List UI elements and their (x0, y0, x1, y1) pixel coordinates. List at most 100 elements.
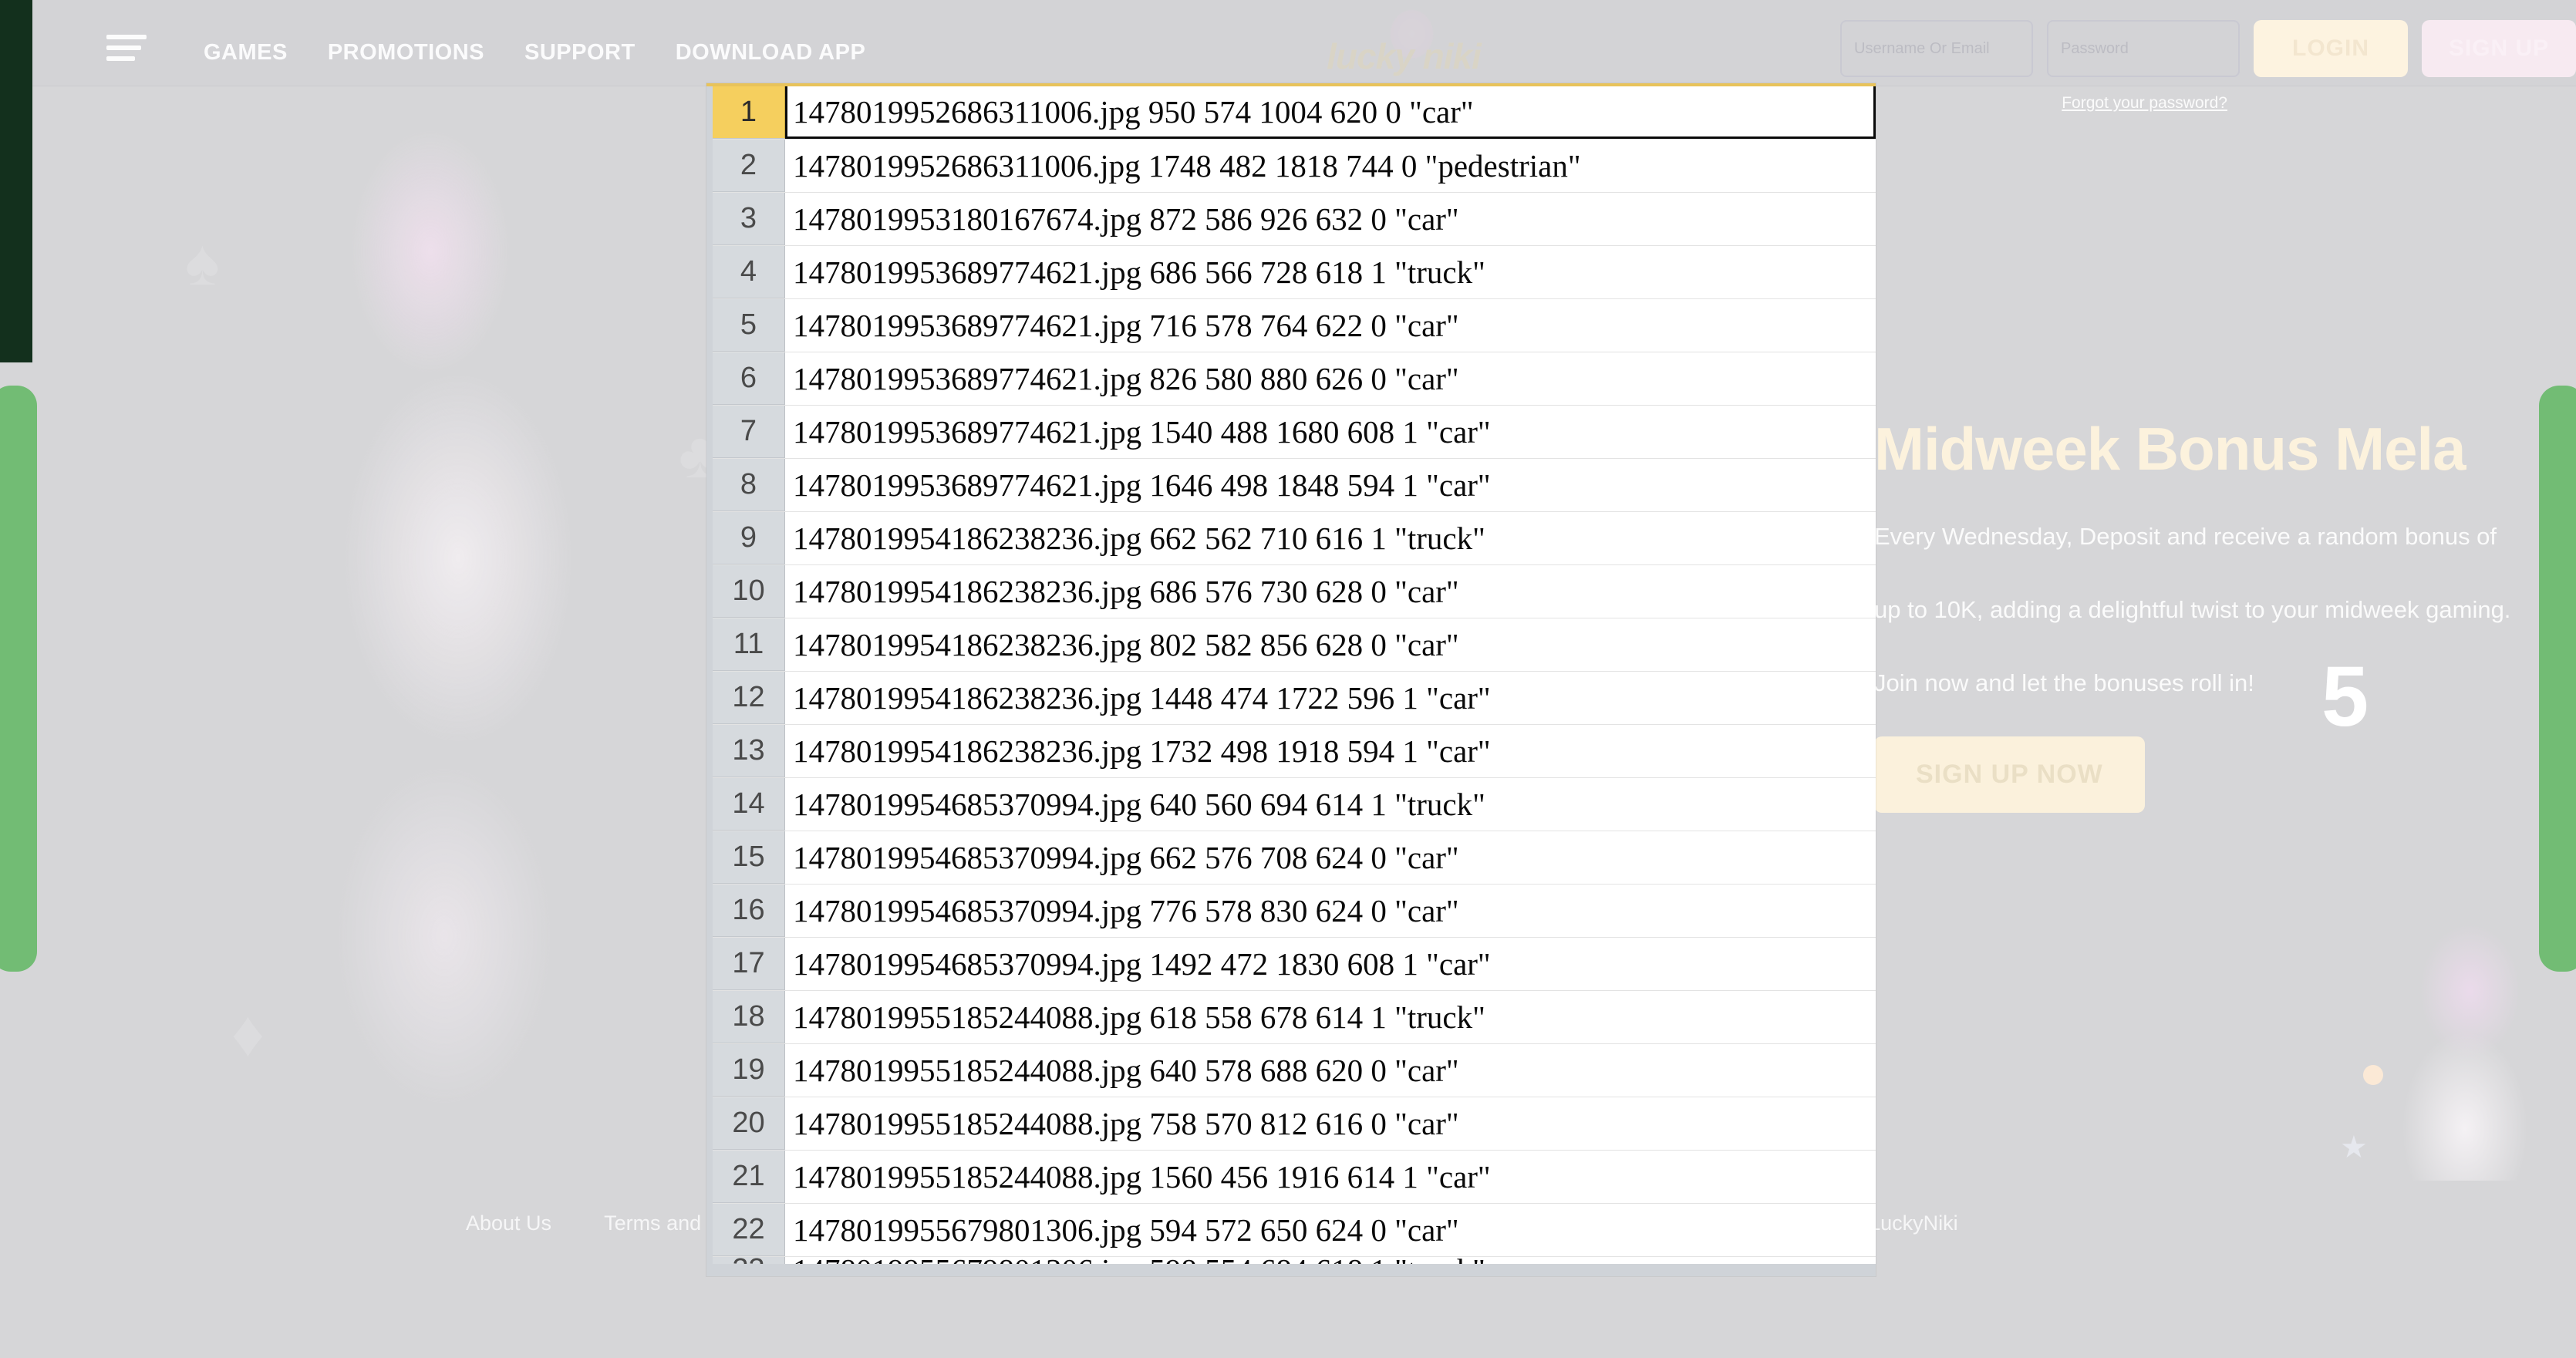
sheet-row-header[interactable]: 22 (713, 1204, 785, 1256)
sheet-cell[interactable]: 1478019954685370994.jpg 640 560 694 614 … (785, 778, 1876, 831)
sheet-row[interactable]: 31478019953180167674.jpg 872 586 926 632… (713, 193, 1876, 246)
sheet-row-header[interactable]: 15 (713, 831, 785, 884)
sheet-row[interactable]: 71478019953689774621.jpg 1540 488 1680 6… (713, 406, 1876, 459)
nav-item-download-app[interactable]: DOWNLOAD APP (656, 40, 886, 66)
sheet-row[interactable]: 101478019954186238236.jpg 686 576 730 62… (713, 565, 1876, 618)
sheet-row-list: 11478019952686311006.jpg 950 574 1004 62… (713, 86, 1876, 1276)
sheet-cell[interactable]: 1478019954186238236.jpg 686 576 730 628 … (785, 565, 1876, 618)
sheet-cell[interactable]: 1478019955679801306.jpg 594 572 650 624 … (785, 1204, 1876, 1256)
nav-item-support[interactable]: SUPPORT (504, 40, 656, 66)
sheet-row-header[interactable]: 17 (713, 938, 785, 990)
login-button[interactable]: LOGIN (2254, 20, 2408, 77)
promo-line-2: up to 10K, adding a delightful twist to … (1874, 590, 2576, 629)
diamond-suit-icon: ♦ (231, 996, 265, 1071)
sheet-row-header[interactable]: 21 (713, 1151, 785, 1203)
sheet-row-header[interactable]: 11 (713, 618, 785, 671)
sheet-row-header[interactable]: 10 (713, 565, 785, 618)
promo-line-3: Join now and let the bonuses roll in! (1874, 663, 2576, 703)
sheet-row[interactable]: 41478019953689774621.jpg 686 566 728 618… (713, 246, 1876, 299)
carousel-slide-number: 5 (2321, 648, 2369, 746)
sheet-cell[interactable]: 1478019953689774621.jpg 826 580 880 626 … (785, 352, 1876, 405)
sheet-row-header[interactable]: 9 (713, 512, 785, 564)
nav-item-games[interactable]: GAMES (184, 40, 308, 66)
sheet-row-header[interactable]: 1 (713, 86, 785, 139)
sheet-cell[interactable]: 1478019955185244088.jpg 618 558 678 614 … (785, 991, 1876, 1043)
sheet-row[interactable]: 21478019952686311006.jpg 1748 482 1818 7… (713, 140, 1876, 193)
sheet-cell[interactable]: 1478019952686311006.jpg 950 574 1004 620… (785, 86, 1876, 139)
sheet-row-header[interactable]: 13 (713, 725, 785, 777)
sheet-cell[interactable]: 1478019954186238236.jpg 662 562 710 616 … (785, 512, 1876, 564)
sheet-row-header[interactable]: 20 (713, 1097, 785, 1150)
sheet-cell[interactable]: 1478019954186238236.jpg 802 582 856 628 … (785, 618, 1876, 671)
sheet-row[interactable]: 201478019955185244088.jpg 758 570 812 61… (713, 1097, 1876, 1151)
sheet-row-header[interactable]: 4 (713, 246, 785, 298)
forgot-password-link[interactable]: Forgot your password? (2062, 94, 2227, 113)
sheet-row-header[interactable]: 7 (713, 406, 785, 458)
sheet-cell[interactable]: 1478019955185244088.jpg 1560 456 1916 61… (785, 1151, 1876, 1203)
logo-text-lucky: lucky (1327, 36, 1414, 76)
sheet-row-header[interactable]: 18 (713, 991, 785, 1043)
sheet-row-header[interactable]: 2 (713, 140, 785, 192)
sheet-horizontal-scrollbar[interactable] (706, 1264, 1876, 1276)
sheet-row[interactable]: 121478019954186238236.jpg 1448 474 1722 … (713, 672, 1876, 725)
sheet-cell[interactable]: 1478019953689774621.jpg 1540 488 1680 60… (785, 406, 1876, 458)
sheet-cell[interactable]: 1478019954685370994.jpg 662 576 708 624 … (785, 831, 1876, 884)
sheet-left-gutter (706, 86, 713, 1276)
sheet-row-header[interactable]: 6 (713, 352, 785, 405)
left-side-tab[interactable] (0, 386, 37, 972)
sheet-row[interactable]: 191478019955185244088.jpg 640 578 688 62… (713, 1044, 1876, 1097)
sheet-row[interactable]: 221478019955679801306.jpg 594 572 650 62… (713, 1204, 1876, 1257)
logo-text-niki: niki (1423, 36, 1481, 76)
promo-banner: Midweek Bonus Mela Every Wednesday, Depo… (1874, 416, 2576, 813)
spreadsheet-overlay[interactable]: 11478019952686311006.jpg 950 574 1004 62… (706, 83, 1876, 1276)
sheet-cell[interactable]: 1478019954186238236.jpg 1732 498 1918 59… (785, 725, 1876, 777)
sheet-row[interactable]: 141478019954685370994.jpg 640 560 694 61… (713, 778, 1876, 831)
sheet-cell[interactable]: 1478019955185244088.jpg 640 578 688 620 … (785, 1044, 1876, 1097)
auth-bar: LOGIN SIGN UP (1840, 20, 2576, 83)
right-side-tab[interactable] (2539, 386, 2576, 972)
sheet-row[interactable]: 161478019954685370994.jpg 776 578 830 62… (713, 885, 1876, 938)
footer-link-about-us[interactable]: About Us (440, 1211, 578, 1235)
luckyniki-logo[interactable]: lucky niki (1276, 3, 1531, 83)
sheet-row[interactable]: 11478019952686311006.jpg 950 574 1004 62… (713, 86, 1876, 140)
sheet-row-header[interactable]: 3 (713, 193, 785, 245)
nav-item-promotions[interactable]: PROMOTIONS (308, 40, 504, 66)
sheet-cell[interactable]: 1478019954685370994.jpg 776 578 830 624 … (785, 885, 1876, 937)
dark-left-rail (0, 0, 32, 362)
sheet-cell[interactable]: 1478019955185244088.jpg 758 570 812 616 … (785, 1097, 1876, 1150)
sheet-cell[interactable]: 1478019954186238236.jpg 1448 474 1722 59… (785, 672, 1876, 724)
sheet-row[interactable]: 51478019953689774621.jpg 716 578 764 622… (713, 299, 1876, 352)
sheet-row[interactable]: 211478019955185244088.jpg 1560 456 1916 … (713, 1151, 1876, 1204)
sheet-cell[interactable]: 1478019953689774621.jpg 716 578 764 622 … (785, 299, 1876, 352)
sign-up-now-button[interactable]: SIGN UP NOW (1874, 736, 2145, 813)
spade-suit-icon: ♠ (185, 225, 220, 300)
sheet-row-header[interactable]: 19 (713, 1044, 785, 1097)
sheet-row[interactable]: 181478019955185244088.jpg 618 558 678 61… (713, 991, 1876, 1044)
logo-text: lucky niki (1276, 35, 1531, 77)
sheet-row-header[interactable]: 14 (713, 778, 785, 831)
promo-line-1: Every Wednesday, Deposit and receive a r… (1874, 517, 2576, 556)
sheet-row[interactable]: 61478019953689774621.jpg 826 580 880 626… (713, 352, 1876, 406)
sheet-row[interactable]: 171478019954685370994.jpg 1492 472 1830 … (713, 938, 1876, 991)
sheet-cell[interactable]: 1478019953689774621.jpg 686 566 728 618 … (785, 246, 1876, 298)
sheet-row-header[interactable]: 16 (713, 885, 785, 937)
sheet-cell[interactable]: 1478019952686311006.jpg 1748 482 1818 74… (785, 140, 1876, 192)
sheet-row-header[interactable]: 8 (713, 459, 785, 511)
sheet-row[interactable]: 111478019954186238236.jpg 802 582 856 62… (713, 618, 1876, 672)
sheet-cell[interactable]: 1478019953180167674.jpg 872 586 926 632 … (785, 193, 1876, 245)
password-input[interactable] (2047, 20, 2240, 77)
sheet-row[interactable]: 91478019954186238236.jpg 662 562 710 616… (713, 512, 1876, 565)
sheet-row[interactable]: 81478019953689774621.jpg 1646 498 1848 5… (713, 459, 1876, 512)
sheet-cell[interactable]: 1478019953689774621.jpg 1646 498 1848 59… (785, 459, 1876, 511)
sheet-row-header[interactable]: 5 (713, 299, 785, 352)
sheet-row-header[interactable]: 12 (713, 672, 785, 724)
hamburger-menu-icon[interactable] (106, 35, 147, 61)
sheet-row[interactable]: 131478019954186238236.jpg 1732 498 1918 … (713, 725, 1876, 778)
sign-up-button[interactable]: SIGN UP (2422, 20, 2576, 77)
sheet-row[interactable]: 151478019954685370994.jpg 662 576 708 62… (713, 831, 1876, 885)
sheet-cell[interactable]: 1478019954685370994.jpg 1492 472 1830 60… (785, 938, 1876, 990)
promo-title: Midweek Bonus Mela (1874, 416, 2576, 483)
username-input[interactable] (1840, 20, 2033, 77)
site-header: GAMES PROMOTIONS SUPPORT DOWNLOAD APP lu… (32, 0, 2576, 86)
star-icon: ★ (2340, 1130, 2368, 1165)
